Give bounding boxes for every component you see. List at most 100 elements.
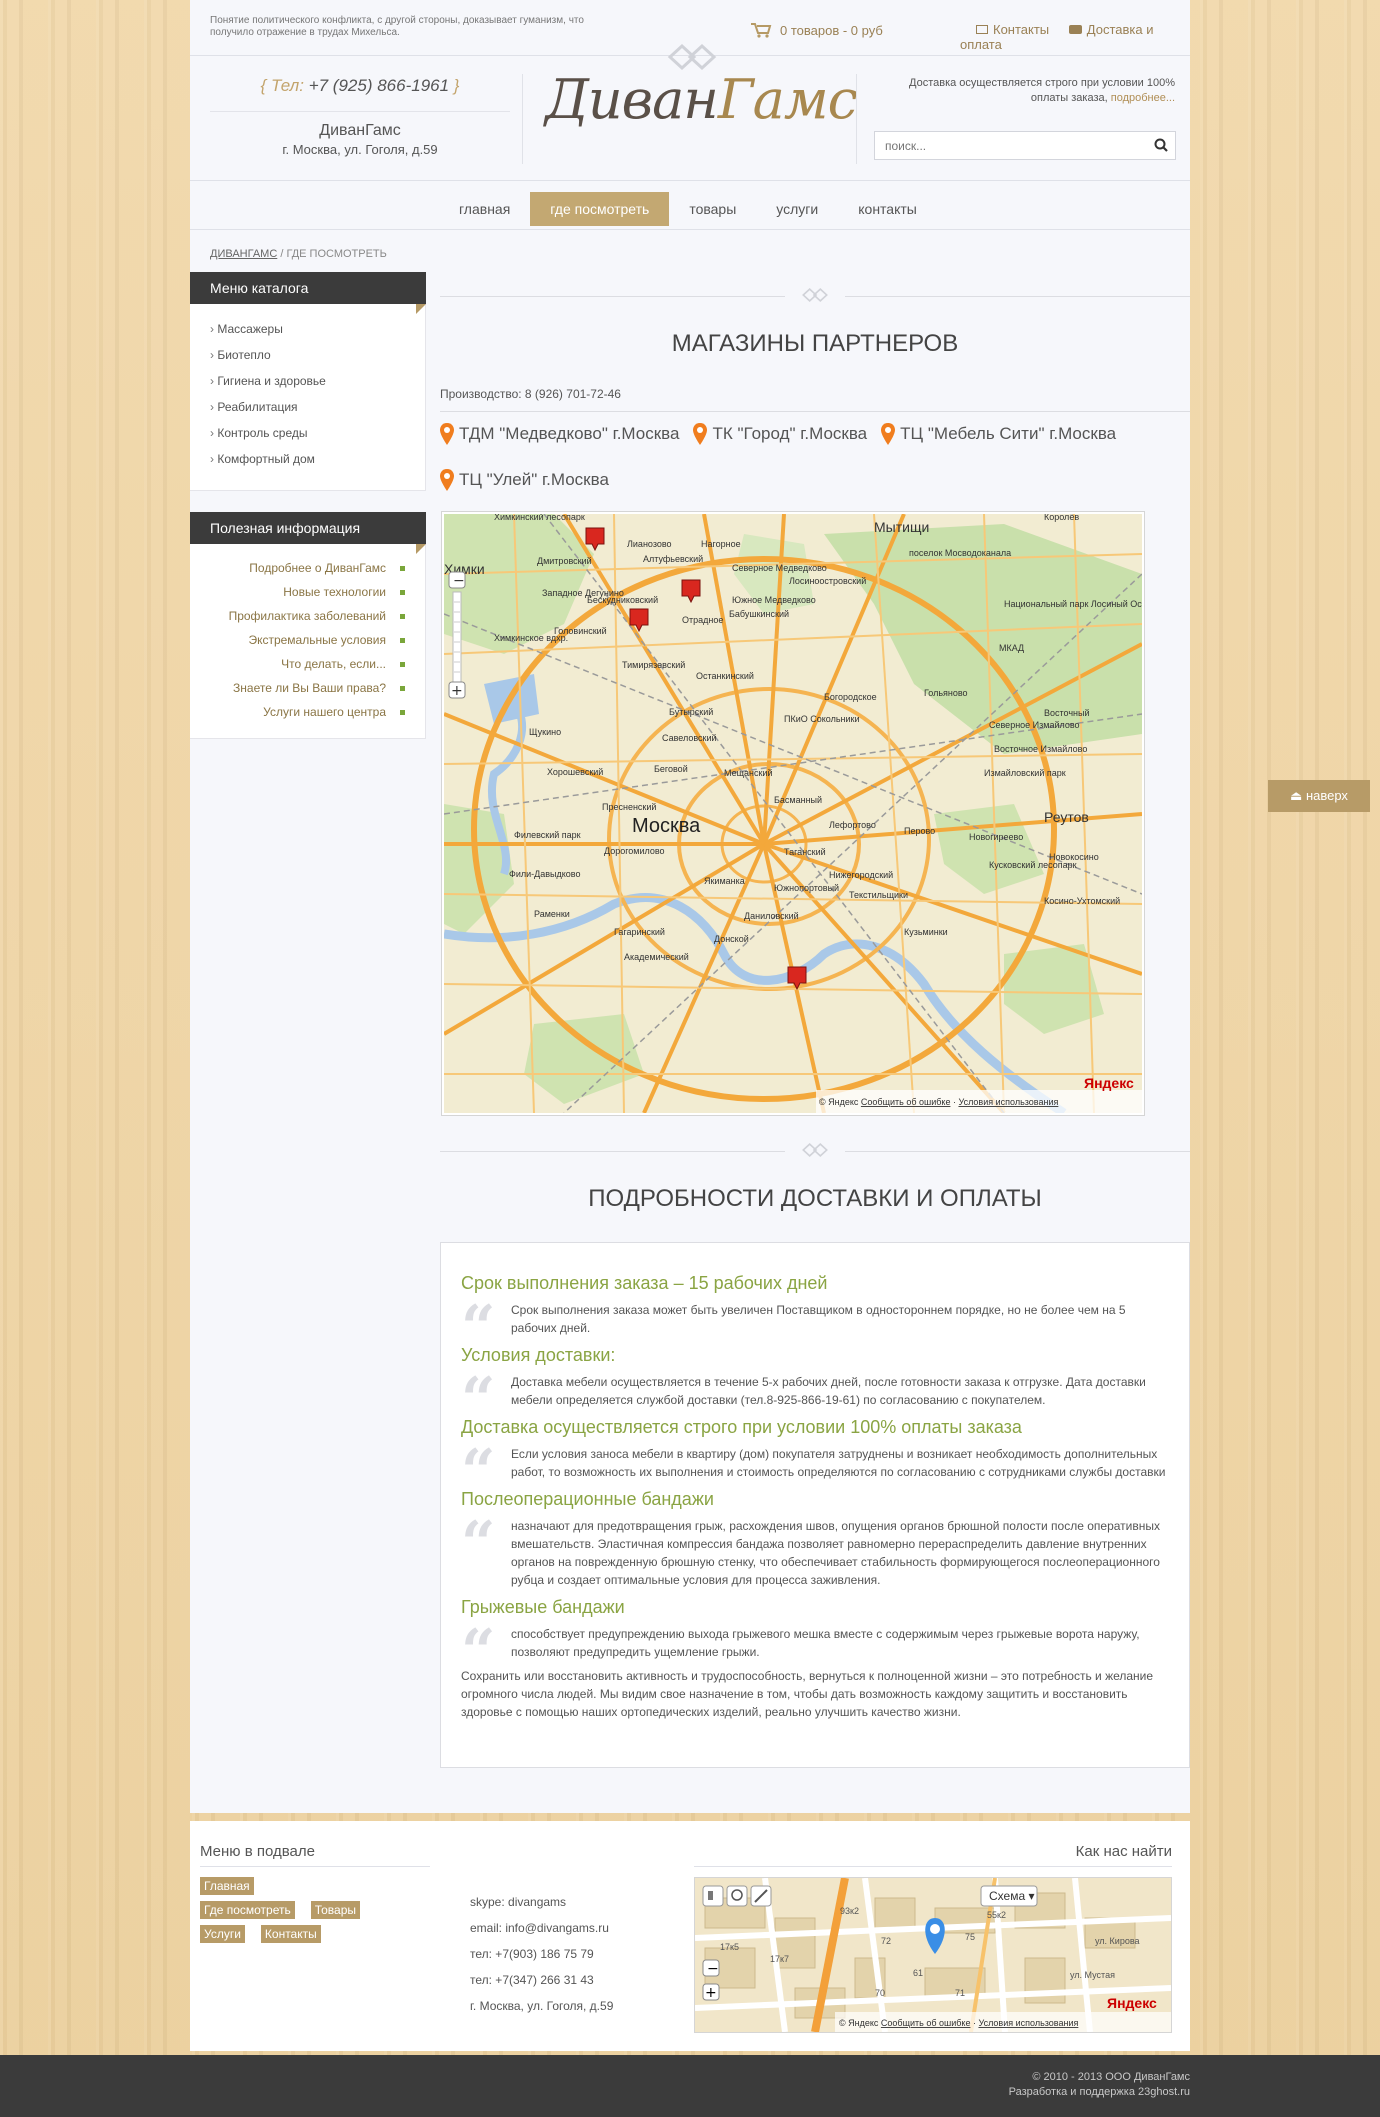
small-map-canvas[interactable]: ул. Кирова ул. Мустая 55к2 93к2 17к5 17к7 72 75… — [694, 1877, 1172, 2033]
partners-title: МАГАЗИНЫ ПАРТНЕРОВ — [671, 330, 959, 357]
cart-link[interactable]: 0 товаров - 0 руб — [750, 22, 883, 38]
info-heading: Доставка осуществляется строго при услов… — [461, 1417, 1022, 1437]
store-item[interactable]: ТЦ "Мебель Сити" г.Москва — [881, 420, 1116, 466]
store-item[interactable]: ТЦ "Улей" г.Москва — [440, 466, 609, 512]
useful-info-item[interactable]: Подробнее о ДиванГамс — [190, 556, 405, 580]
map-pin-icon — [440, 469, 454, 491]
map-label: Отрадное — [682, 615, 723, 625]
store-item[interactable]: ТДМ "Медведково" г.Москва — [440, 420, 679, 466]
catalog-item[interactable]: Массажеры — [210, 316, 425, 342]
delivery-note: Доставка осуществляется строго при услов… — [909, 77, 1175, 104]
useful-info-item[interactable]: Новые технологии — [190, 580, 405, 604]
map-label: Измайловский парк — [984, 768, 1066, 778]
nav-item[interactable]: где посмотреть — [530, 192, 670, 226]
map-label: Савеловский — [662, 733, 717, 743]
info-text: Срок выполнения заказа может быть увелич… — [511, 1303, 1126, 1335]
footer-menu-title: Меню в подвале — [200, 1843, 315, 1860]
info-quote: “назначают для предотвращения грыж, расх… — [461, 1514, 1169, 1589]
map-label: Гагаринский — [614, 927, 665, 937]
store-name: ТК "Город" г.Москва — [712, 424, 868, 443]
footer-menu-item[interactable]: Контакты — [260, 1925, 321, 1943]
search-input[interactable] — [875, 132, 1135, 159]
useful-info-item[interactable]: Что делать, если... — [190, 652, 405, 676]
footer-contacts: skype: divangams email: info@divangams.ru… — [470, 1889, 613, 2019]
phone-prefix: Тел: — [270, 76, 304, 95]
header-phone: { Тел: +7 (925) 866-1961 } — [260, 76, 460, 95]
header: { Тел: +7 (925) 866-1961 } ДиванГамс г. … — [190, 43, 1190, 181]
footer-menu: Главная Где посмотреть Товары Услуги Контакт… — [200, 1877, 380, 1949]
footer-contact-line: skype: divangams — [470, 1895, 567, 1909]
map-label: поселок Мосводоканала — [909, 548, 1011, 558]
map-label: Лосиноостровский — [789, 576, 866, 586]
breadcrumb-home[interactable]: ДИВАНГАМС — [210, 248, 277, 260]
nav-item[interactable]: услуги — [756, 192, 838, 226]
envelope-icon — [976, 25, 988, 34]
back-to-top-button[interactable]: ⏏ наверх — [1268, 780, 1370, 812]
map-label: Южнопортовый — [774, 883, 839, 893]
footer-menu-item[interactable]: Главная — [200, 1877, 254, 1895]
location-map[interactable]: ул. Кирова ул. Мустая 55к2 93к2 17к5 17к7 72 75… — [694, 1877, 1172, 2033]
ornament-icon — [785, 1133, 845, 1167]
useful-info-item[interactable]: Профилактика заболеваний — [190, 604, 405, 628]
useful-info-item[interactable]: Знаете ли Вы Ваши права? — [190, 676, 405, 700]
footer-menu-item[interactable]: Где посмотреть — [200, 1901, 295, 1919]
store-item[interactable]: ТК "Город" г.Москва — [693, 420, 867, 466]
divider — [200, 1866, 430, 1867]
map-label: Королёв — [1044, 514, 1079, 522]
nav-item[interactable]: контакты — [838, 192, 937, 226]
useful-info-item[interactable]: Услуги нашего центра — [190, 700, 405, 724]
svg-text:© Яндекс Сообщить об ошибке ·: © Яндекс Сообщить об ошибке · Условия ис… — [839, 2018, 1078, 2028]
page-container: Понятие политического конфликта, с друго… — [190, 0, 1190, 1813]
bottom-bar: © 2010 - 2013 ООО ДиванГамс Разработка и… — [0, 2055, 1380, 2117]
map-canvas[interactable]: МытищиКоролёвХимкиХимкинский лесопаркЛиа… — [444, 514, 1142, 1113]
top-links: Контакты Доставка и оплата — [960, 22, 1190, 52]
map-label: Северное Медведково — [732, 563, 827, 573]
map-label: Донской — [714, 934, 749, 944]
street-label: 17к5 — [720, 1942, 739, 1952]
breadcrumb: ДИВАНГАМС / ГДЕ ПОСМОТРЕТЬ — [210, 248, 387, 260]
search-box — [874, 131, 1176, 160]
catalog-item[interactable]: Контроль среды — [210, 420, 425, 446]
map-label: Мещанский — [724, 768, 772, 778]
site-logo[interactable]: ДиванГамс — [545, 68, 858, 131]
map-label: Филевский парк — [514, 830, 581, 840]
more-link[interactable]: подробнее... — [1111, 92, 1175, 104]
contacts-link[interactable]: Контакты — [976, 22, 1049, 37]
cart-icon — [751, 23, 772, 38]
divider — [856, 74, 857, 164]
map-label: Дмитровский — [537, 556, 592, 566]
map-tools[interactable] — [702, 1885, 772, 1907]
catalog-item[interactable]: Биотепло — [210, 342, 425, 368]
street-label: 61 — [913, 1968, 923, 1978]
catalog-item[interactable]: Комфортный дом — [210, 446, 425, 472]
map-city-label: Москва — [632, 815, 701, 837]
street-label: 71 — [955, 1988, 965, 1998]
quote-icon: “ — [461, 1617, 496, 1687]
street-label: 93к2 — [840, 1906, 859, 1916]
nav-item[interactable]: товары — [669, 192, 756, 226]
useful-info-item[interactable]: Экстремальные условия — [190, 628, 405, 652]
map-label: Хорошевский — [547, 767, 603, 777]
info-quote: “Если условия заноса мебели в квартиру (… — [461, 1442, 1169, 1502]
footer-menu-item[interactable]: Товары — [310, 1901, 361, 1919]
breadcrumb-current: ГДЕ ПОСМОТРЕТЬ — [286, 248, 387, 260]
catalog-item[interactable]: Реабилитация — [210, 394, 425, 420]
divider — [522, 74, 523, 164]
arrow-up-icon: ⏏ — [1290, 788, 1306, 803]
map-label: Южное Медведково — [732, 595, 816, 605]
divider — [210, 111, 510, 112]
map-label: ПКиО Сокольники — [784, 714, 860, 724]
map-label: Пресненский — [602, 802, 656, 812]
nav-item[interactable]: главная — [439, 192, 530, 226]
map-label: Нагорное — [701, 539, 741, 549]
svg-text:+: + — [705, 1985, 717, 2001]
partners-map[interactable]: Мытищи Королёв Химки Химкинский лесопарк Лиа… — [441, 511, 1145, 1116]
map-label: Беговой — [654, 764, 688, 774]
ornament-icon — [785, 278, 845, 312]
footer-menu-item[interactable]: Услуги — [200, 1925, 245, 1943]
map-label: Фили-Давыдково — [509, 869, 580, 879]
search-icon[interactable] — [1153, 137, 1169, 153]
info-quote: “способствует предупреждению выхода грыж… — [461, 1622, 1169, 1682]
store-name: ТЦ "Мебель Сити" г.Москва — [900, 424, 1117, 443]
catalog-item[interactable]: Гигиена и здоровье — [210, 368, 425, 394]
